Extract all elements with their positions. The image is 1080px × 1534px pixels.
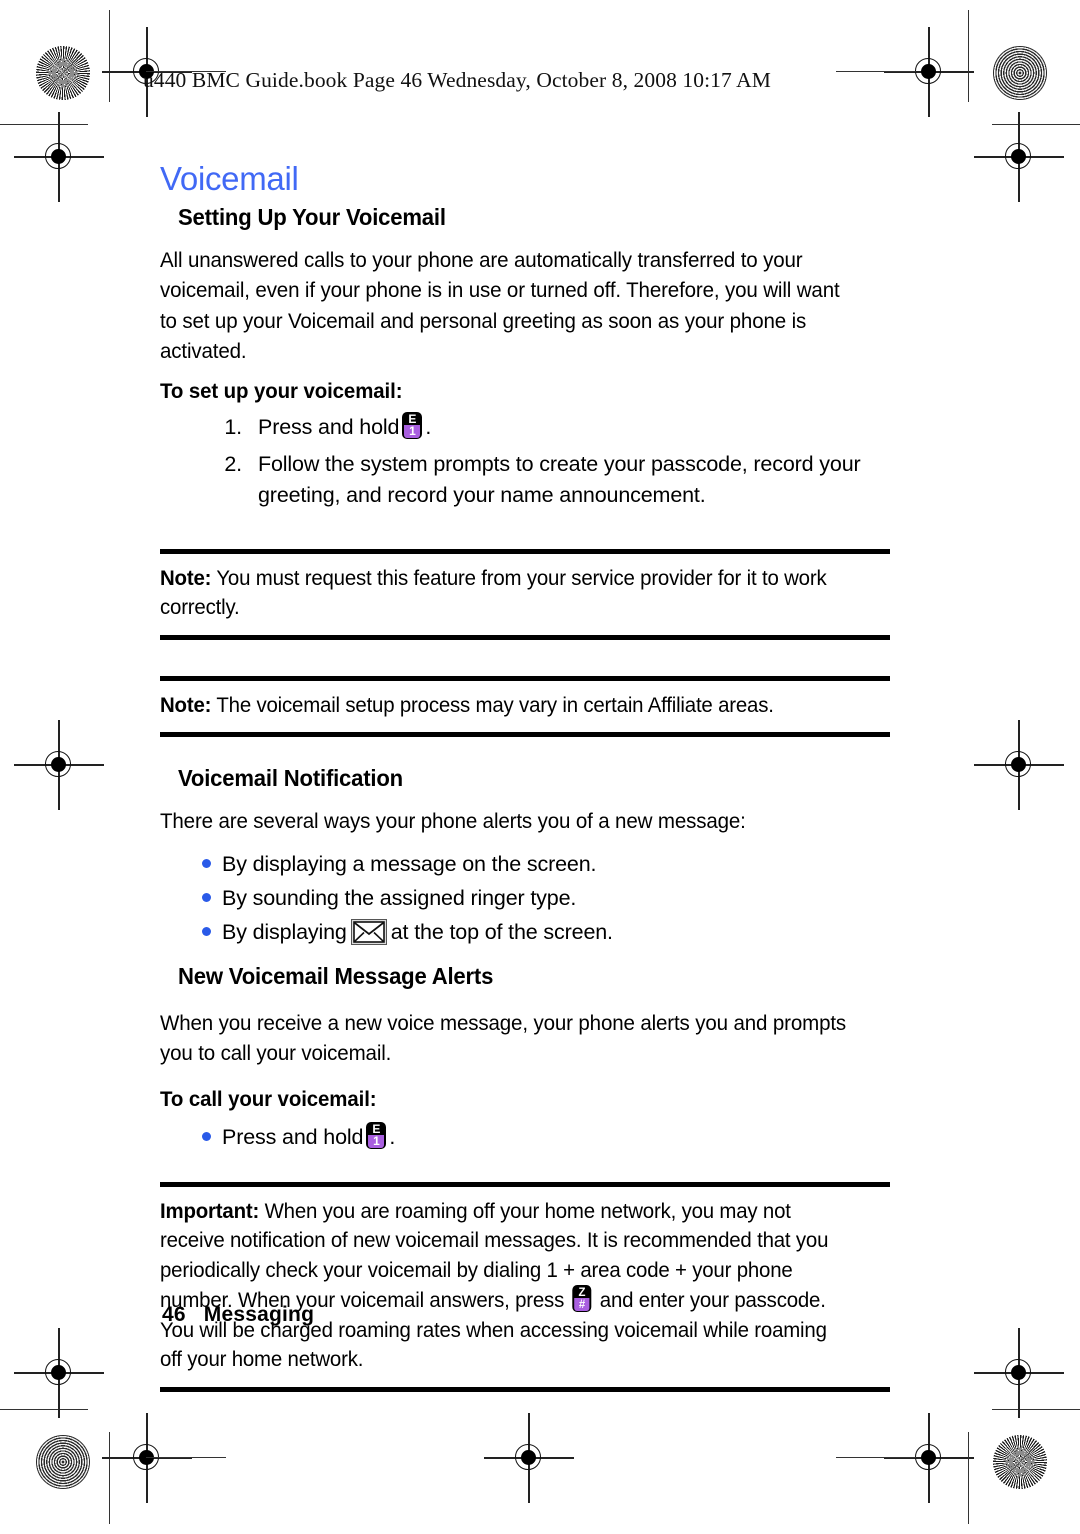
page-footer: 46 Messaging xyxy=(162,1303,314,1327)
registration-starburst-bottom-left xyxy=(36,1435,90,1489)
step-number: 1. xyxy=(224,414,242,439)
bullet-text-after: at the top of the screen. xyxy=(390,919,613,944)
crop-rule-horizontal-top-right xyxy=(836,71,916,73)
registration-target-upper-right xyxy=(974,112,1064,202)
bullet-text-after: . xyxy=(389,1124,396,1149)
crop-rule-horizontal-lower-left xyxy=(0,1409,88,1411)
file-header-line: u440 BMC Guide.book Page 46 Wednesday, O… xyxy=(143,68,772,92)
page-number: 46 xyxy=(162,1303,186,1326)
crop-rule-horizontal-bottom-left xyxy=(146,1457,226,1459)
setup-steps-list: 1. Press and hold E 1. 2. Follow the system … xyxy=(160,411,890,511)
voicemail-key-1-icon: E1 xyxy=(402,411,423,439)
new-alerts-paragraph: When you receive a new voice message, yo… xyxy=(160,1010,847,1066)
registration-target-bottom-center xyxy=(484,1413,574,1503)
crop-rule-horizontal-upper-left xyxy=(0,124,88,126)
bullet-text: By sounding the assigned ringer type. xyxy=(222,885,577,910)
list-item: Press and hold E 1. xyxy=(160,1120,890,1154)
list-item: By displaying a message on the screen. xyxy=(160,847,890,881)
step-text-after: . xyxy=(425,414,432,439)
crop-rule-vertical-top-right xyxy=(968,10,970,102)
registration-target-lower-right xyxy=(974,1328,1064,1418)
step-text: Follow the system prompts to create your… xyxy=(258,451,861,507)
notification-paragraph: There are several ways your phone alerts… xyxy=(160,809,746,834)
list-item: 1. Press and hold E 1. xyxy=(160,411,890,443)
call-voicemail-bullet-list: Press and hold E 1. xyxy=(160,1120,890,1154)
important-callout: Important: When you are roaming off your… xyxy=(160,1181,890,1392)
page-content: Voicemail Setting Up Your Voicemail All … xyxy=(160,160,890,1392)
crop-rule-vertical-bottom-left xyxy=(109,1432,111,1524)
note-text: You must request this feature from your … xyxy=(160,565,827,620)
bullet-dot-icon xyxy=(202,858,211,868)
note-text: The voicemail setup process may vary in … xyxy=(216,692,774,717)
list-item: By displaying at the top of the screen. xyxy=(160,915,890,949)
registration-starburst-top-left xyxy=(36,46,90,100)
step-text: Press and hold xyxy=(258,414,400,439)
important-lead: Important: xyxy=(160,1198,260,1223)
heading-setting-up-voicemail: Setting Up Your Voicemail xyxy=(178,203,446,230)
run-in-to-set-up-voicemail: To set up your voicemail: xyxy=(160,378,403,403)
bullet-text: Press and hold xyxy=(222,1124,364,1149)
crop-rule-horizontal-upper-right xyxy=(992,124,1080,126)
registration-target-lower-left xyxy=(14,1328,104,1418)
envelope-icon xyxy=(350,918,387,945)
registration-target-upper-left xyxy=(14,112,104,202)
footer-section-name: Messaging xyxy=(203,1303,315,1326)
list-item: 2. Follow the system prompts to create yo… xyxy=(160,449,890,511)
page-title: Voicemail xyxy=(160,160,299,197)
note-lead: Note: xyxy=(160,692,212,717)
bullet-text: By displaying xyxy=(222,919,347,944)
notification-bullet-list: By displaying a message on the screen. B… xyxy=(160,847,890,949)
crop-rule-vertical-bottom-right xyxy=(968,1432,970,1524)
heading-new-voicemail-message-alerts: New Voicemail Message Alerts xyxy=(178,962,494,989)
setup-paragraph: All unanswered calls to your phone are a… xyxy=(160,247,840,364)
crop-rule-horizontal-bottom-right xyxy=(836,1457,916,1459)
registration-starburst-top-right xyxy=(993,46,1047,100)
list-item: By sounding the assigned ringer type. xyxy=(160,881,890,915)
crop-rule-horizontal-lower-right xyxy=(992,1409,1080,1411)
note-lead: Note: xyxy=(160,565,212,590)
registration-target-middle-left xyxy=(14,720,104,810)
pound-key-icon: Z # xyxy=(572,1285,592,1313)
bullet-text: By displaying a message on the screen. xyxy=(222,851,597,876)
note-callout-2: Note: The voicemail setup process may va… xyxy=(160,675,890,738)
registration-starburst-bottom-right xyxy=(993,1435,1047,1489)
note-callout-1: Note: You must request this feature from… xyxy=(160,548,890,640)
voicemail-key-1-icon: E1 xyxy=(366,1121,387,1149)
bullet-dot-icon xyxy=(202,1131,211,1141)
bullet-dot-icon xyxy=(202,926,211,936)
registration-target-middle-right xyxy=(974,720,1064,810)
step-number: 2. xyxy=(224,451,242,476)
crop-rule-vertical-top-left xyxy=(109,10,111,102)
run-in-to-call-voicemail: To call your voicemail: xyxy=(160,1086,377,1111)
bullet-dot-icon xyxy=(202,892,211,902)
heading-voicemail-notification: Voicemail Notification xyxy=(178,765,403,792)
